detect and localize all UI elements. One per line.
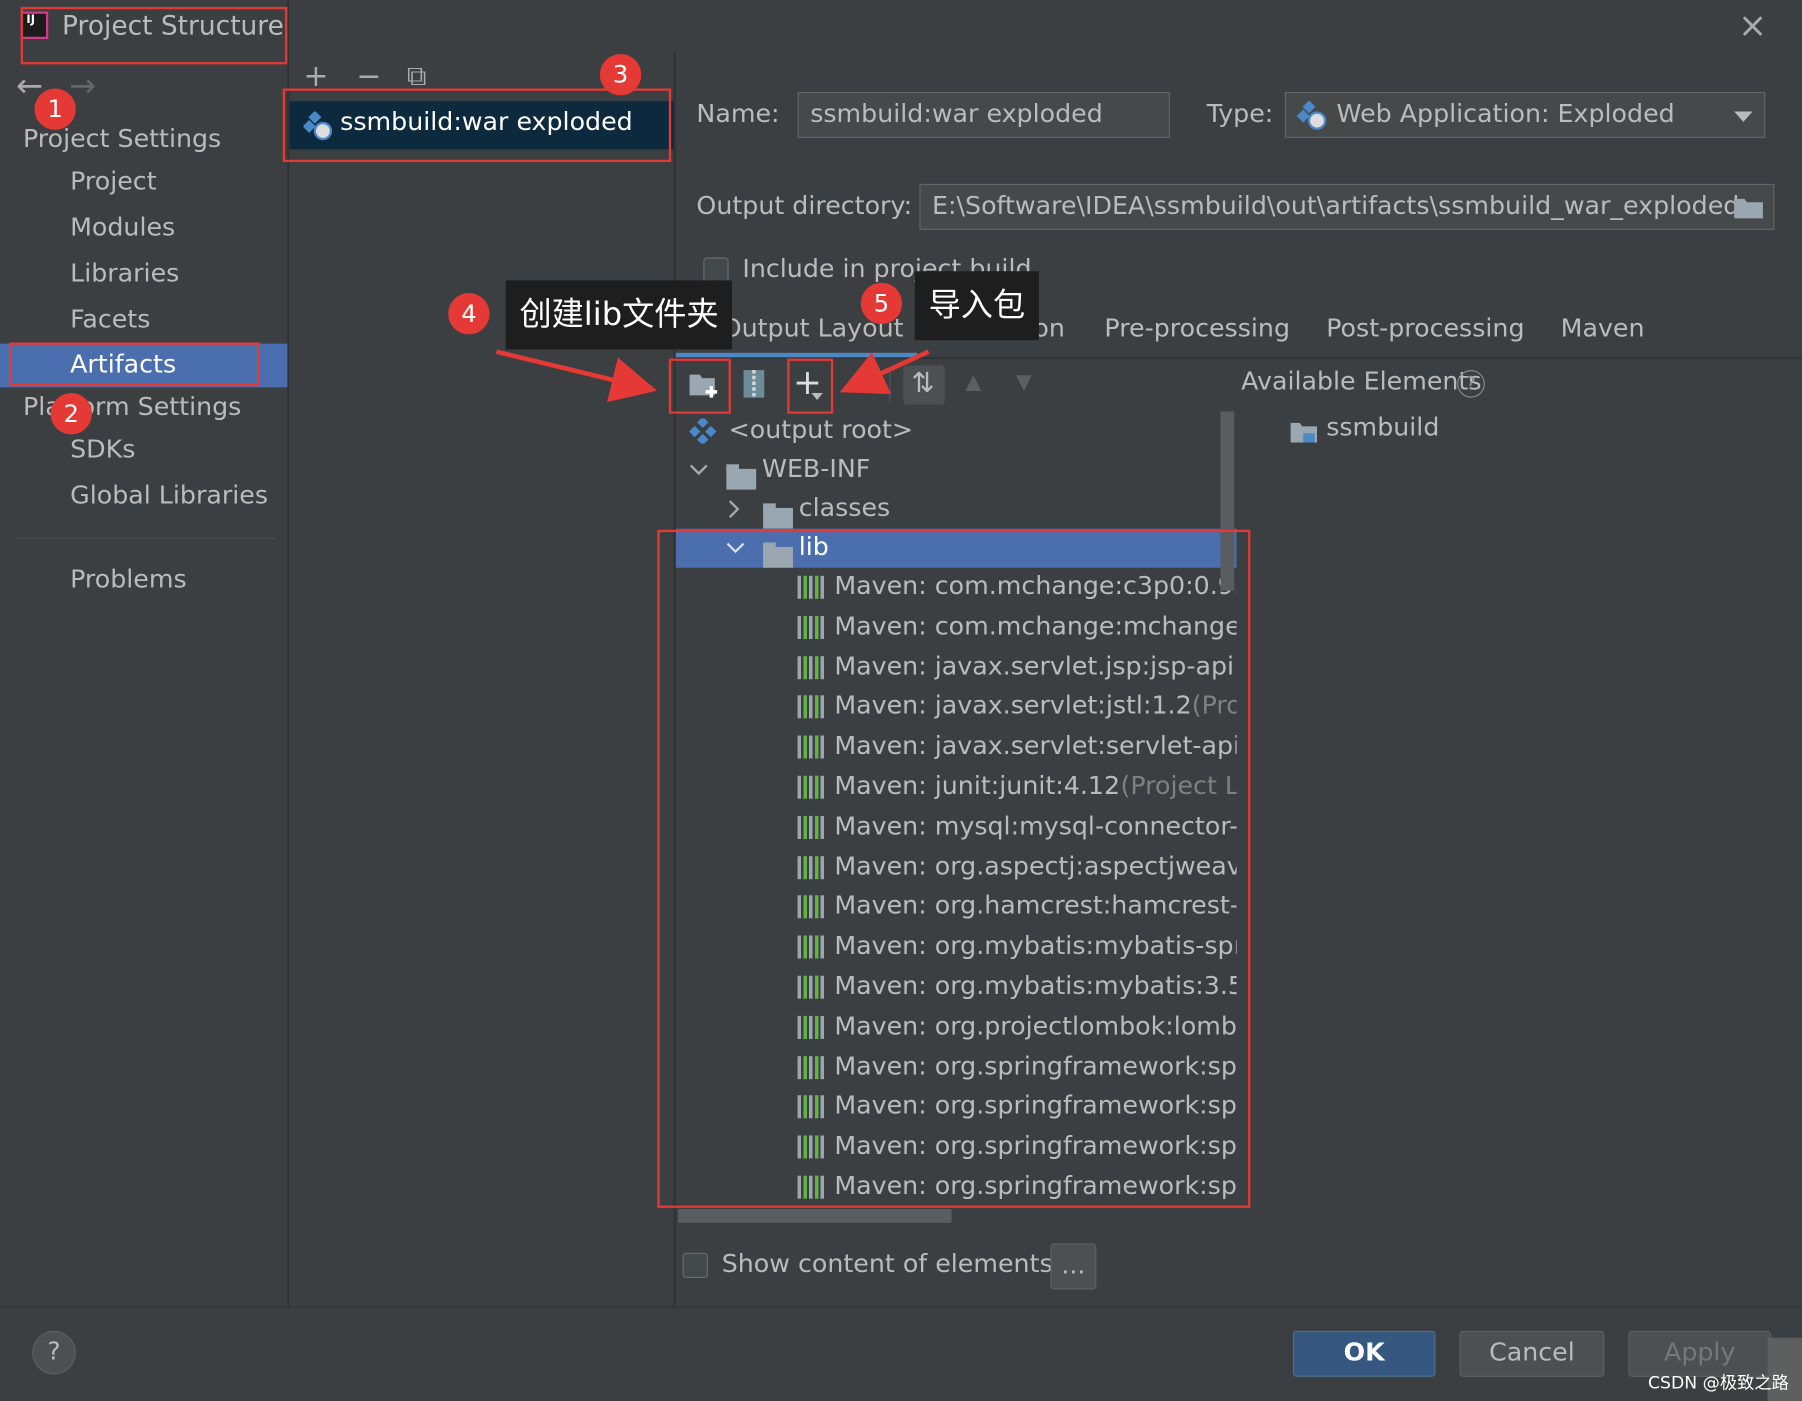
annotation-badge-3: 3 <box>599 54 642 96</box>
tooltip-import-package: 导入包 <box>914 271 1039 341</box>
annotation-badge-1: 1 <box>34 88 76 130</box>
annotation-badge-2: 2 <box>50 393 92 435</box>
tooltip-create-lib: 创建lib文件夹 <box>505 280 733 350</box>
annotation-badge-4: 4 <box>448 293 490 335</box>
annotation-arrows <box>495 349 930 403</box>
arrow-to-add <box>839 349 930 395</box>
project-structure-dialog: Project Structure × ← → Project Settings… <box>0 0 1802 1401</box>
arrow-to-create-dir <box>495 349 658 403</box>
annotation-badge-5: 5 <box>860 282 903 325</box>
